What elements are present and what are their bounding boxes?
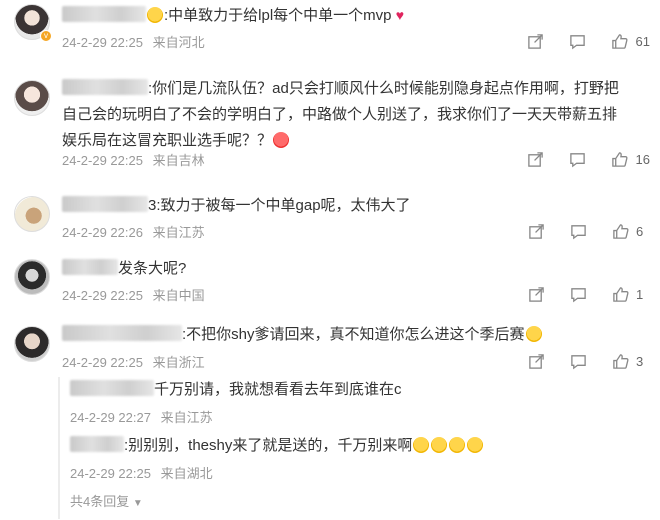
avatar[interactable] [14, 259, 50, 295]
comment-date: 24-2-29 22:25 [62, 153, 143, 168]
emoji-icon [467, 437, 484, 453]
thumbs-up-icon[interactable] [608, 31, 632, 51]
reply-location: 来自湖北 [160, 466, 213, 481]
verified-badge-icon: v [40, 30, 52, 42]
reply-meta: 24-2-29 22:27 来自江苏 [70, 407, 213, 426]
emoji-icon [413, 437, 430, 453]
comment-location: 来自江苏 [152, 225, 205, 240]
share-icon[interactable] [524, 221, 548, 241]
share-icon[interactable] [524, 351, 548, 371]
comment-location: 来自吉林 [152, 153, 205, 168]
comment-text: :中单致力于给lpl每个中单一个mvp [164, 7, 392, 24]
thumbs-up-icon[interactable] [608, 284, 632, 304]
username-blurred[interactable] [70, 380, 154, 396]
comment-text: 发条大呢? [118, 260, 187, 277]
chevron-down-icon: ▼ [132, 498, 143, 509]
thumbs-up-icon[interactable] [608, 221, 632, 241]
comment-icon[interactable] [566, 351, 590, 371]
more-replies-label: 共4条回复 [70, 494, 130, 509]
thumbs-up-icon[interactable] [608, 351, 632, 371]
more-replies-link[interactable]: 共4条回复 ▼ [70, 491, 143, 510]
username-blurred[interactable] [62, 6, 146, 22]
reply-date: 24-2-29 22:25 [70, 466, 151, 481]
avatar[interactable] [14, 80, 50, 116]
thumbs-up-icon[interactable] [608, 149, 632, 169]
reply-thread: 千万别请，我就想看看去年到底谁在c 24-2-29 22:27 来自江苏 :别别… [58, 377, 630, 519]
comment-location: 来自河北 [152, 35, 205, 50]
comment-icon[interactable] [566, 31, 590, 51]
share-icon[interactable] [524, 31, 548, 51]
comment-icon[interactable] [566, 284, 590, 304]
share-icon[interactable] [524, 149, 548, 169]
emoji-icon [273, 132, 290, 148]
comment-text: :不把你shy爹请回来，真不知道你怎么进这个季后赛 [182, 326, 525, 343]
like-count: 3 [636, 353, 644, 369]
emoji-icon [431, 437, 448, 453]
comment-date: 24-2-29 22:25 [62, 355, 143, 370]
comment-meta: 24-2-29 22:25 来自中国 [62, 285, 205, 304]
comment-meta: 24-2-29 22:25 来自河北 [62, 32, 205, 51]
username-blurred[interactable] [62, 325, 182, 341]
comment-location: 来自浙江 [152, 355, 205, 370]
comment-date: 24-2-29 22:25 [62, 35, 143, 50]
comment-meta: 24-2-29 22:25 来自吉林 [62, 150, 205, 169]
reply-item: 千万别请，我就想看看去年到底谁在c [70, 379, 402, 401]
username-blurred[interactable] [62, 196, 148, 212]
like-count: 6 [636, 223, 644, 239]
reply-location: 来自江苏 [160, 410, 213, 425]
reply-text: :别别别，theshy来了就是送的，千万别来啊 [124, 437, 413, 454]
share-icon[interactable] [524, 284, 548, 304]
reply-date: 24-2-29 22:27 [70, 410, 151, 425]
emoji-icon [449, 437, 466, 453]
reply-meta: 24-2-29 22:25 来自湖北 [70, 463, 213, 482]
username-blurred[interactable] [70, 436, 124, 452]
like-count: 1 [636, 286, 644, 302]
like-count: 61 [635, 33, 650, 49]
comment-location: 来自中国 [152, 288, 205, 303]
emoji-icon [525, 326, 542, 342]
reply-text: 千万别请，我就想看看去年到底谁在c [154, 381, 402, 398]
username-blurred[interactable] [62, 259, 118, 275]
comment-date: 24-2-29 22:26 [62, 225, 143, 240]
comment-meta: 24-2-29 22:25 来自浙江 [62, 352, 205, 371]
avatar[interactable] [14, 196, 50, 232]
avatar[interactable] [14, 326, 50, 362]
comment-meta: 24-2-29 22:26 来自江苏 [62, 222, 205, 241]
emoji-icon [147, 7, 163, 23]
like-count: 16 [635, 151, 650, 167]
reply-item: :别别别，theshy来了就是送的，千万别来啊 [70, 435, 484, 457]
comment-icon[interactable] [566, 221, 590, 241]
comment-date: 24-2-29 22:25 [62, 288, 143, 303]
comment-text: 3:致力于被每一个中单gap呢，太伟大了 [148, 197, 411, 214]
username-blurred[interactable] [62, 79, 148, 95]
heart-emoji-icon: ♥ [395, 7, 404, 23]
comment-icon[interactable] [566, 149, 590, 169]
